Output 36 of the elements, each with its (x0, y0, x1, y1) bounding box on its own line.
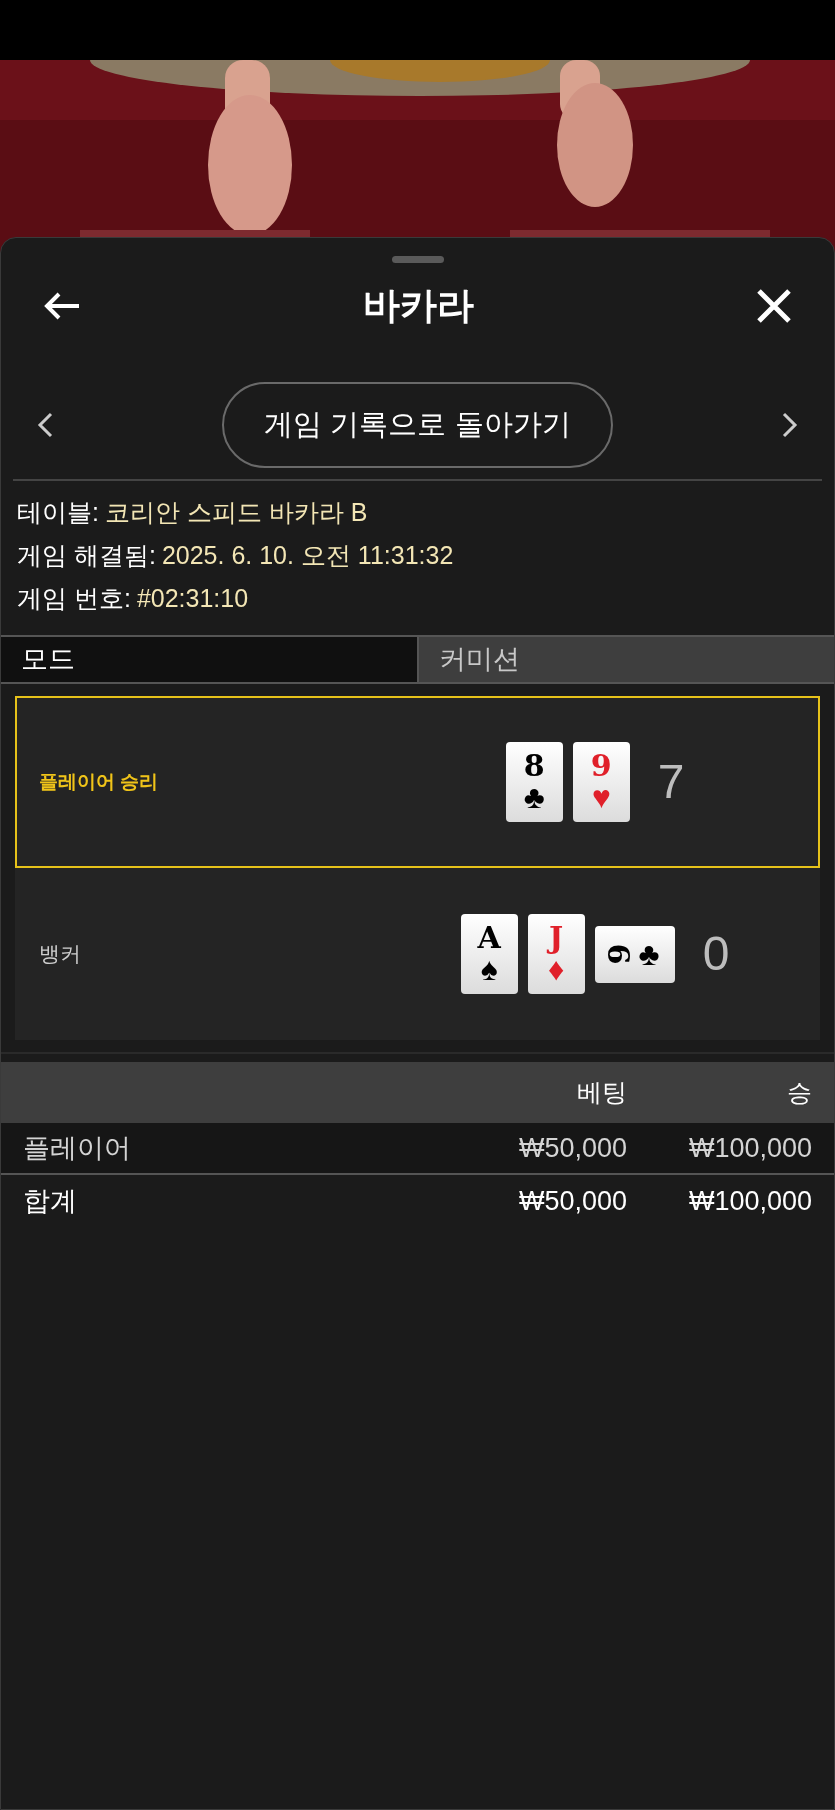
sheet-title: 바카라 (363, 284, 474, 329)
table-cell-text: 합계 (23, 1185, 78, 1219)
back-arrow-icon[interactable] (43, 291, 81, 321)
info-value: 코리안 스피드 바카라 B (104, 497, 368, 527)
table-cell-text: ₩100,000 (687, 1131, 812, 1165)
next-icon[interactable] (782, 412, 798, 438)
table-cell-text: ₩100,000 (687, 1185, 812, 1219)
info-value: 2025. 6. 10. 오전 11:31:32 (161, 540, 454, 570)
tab[interactable]: 모드 (1, 637, 419, 682)
card-rank: 8 (523, 751, 545, 781)
hand-score: 0 (702, 930, 730, 978)
table-cell-text: 플레이어 (23, 1131, 132, 1165)
info-label: 게임 해결됨: (17, 540, 156, 570)
info-label: 테이블: (17, 497, 99, 527)
card-rank: 9 (590, 751, 612, 781)
column-header: 승 (786, 1076, 812, 1108)
column-header: 베팅 (576, 1076, 627, 1108)
drag-handle[interactable] (391, 256, 444, 263)
card-rank: A (477, 923, 501, 953)
card-suit: ♣ (523, 781, 545, 813)
card-rank: 9 (605, 943, 636, 965)
back-to-history-button[interactable]: 게임 기록으로 돌아가기 (222, 382, 613, 468)
hand-score: 7 (657, 758, 685, 806)
card-suit: ♥ (591, 781, 611, 813)
info-label: 게임 번호: (17, 583, 131, 613)
card-suit: ♦ (547, 953, 565, 985)
card-suit: ♠ (480, 953, 498, 985)
close-icon[interactable] (756, 288, 792, 324)
table-cell-text: ₩50,000 (517, 1185, 627, 1219)
tab[interactable]: 커미션 (418, 637, 834, 682)
hand-result-label: 플레이어 승리 (39, 769, 159, 794)
card-suit: ♣ (638, 938, 660, 970)
previous-icon[interactable] (37, 412, 53, 438)
hand-result-label: 뱅커 (39, 941, 81, 968)
info-value: #02:31:10 (136, 583, 249, 613)
table-cell-text: ₩50,000 (517, 1131, 627, 1165)
